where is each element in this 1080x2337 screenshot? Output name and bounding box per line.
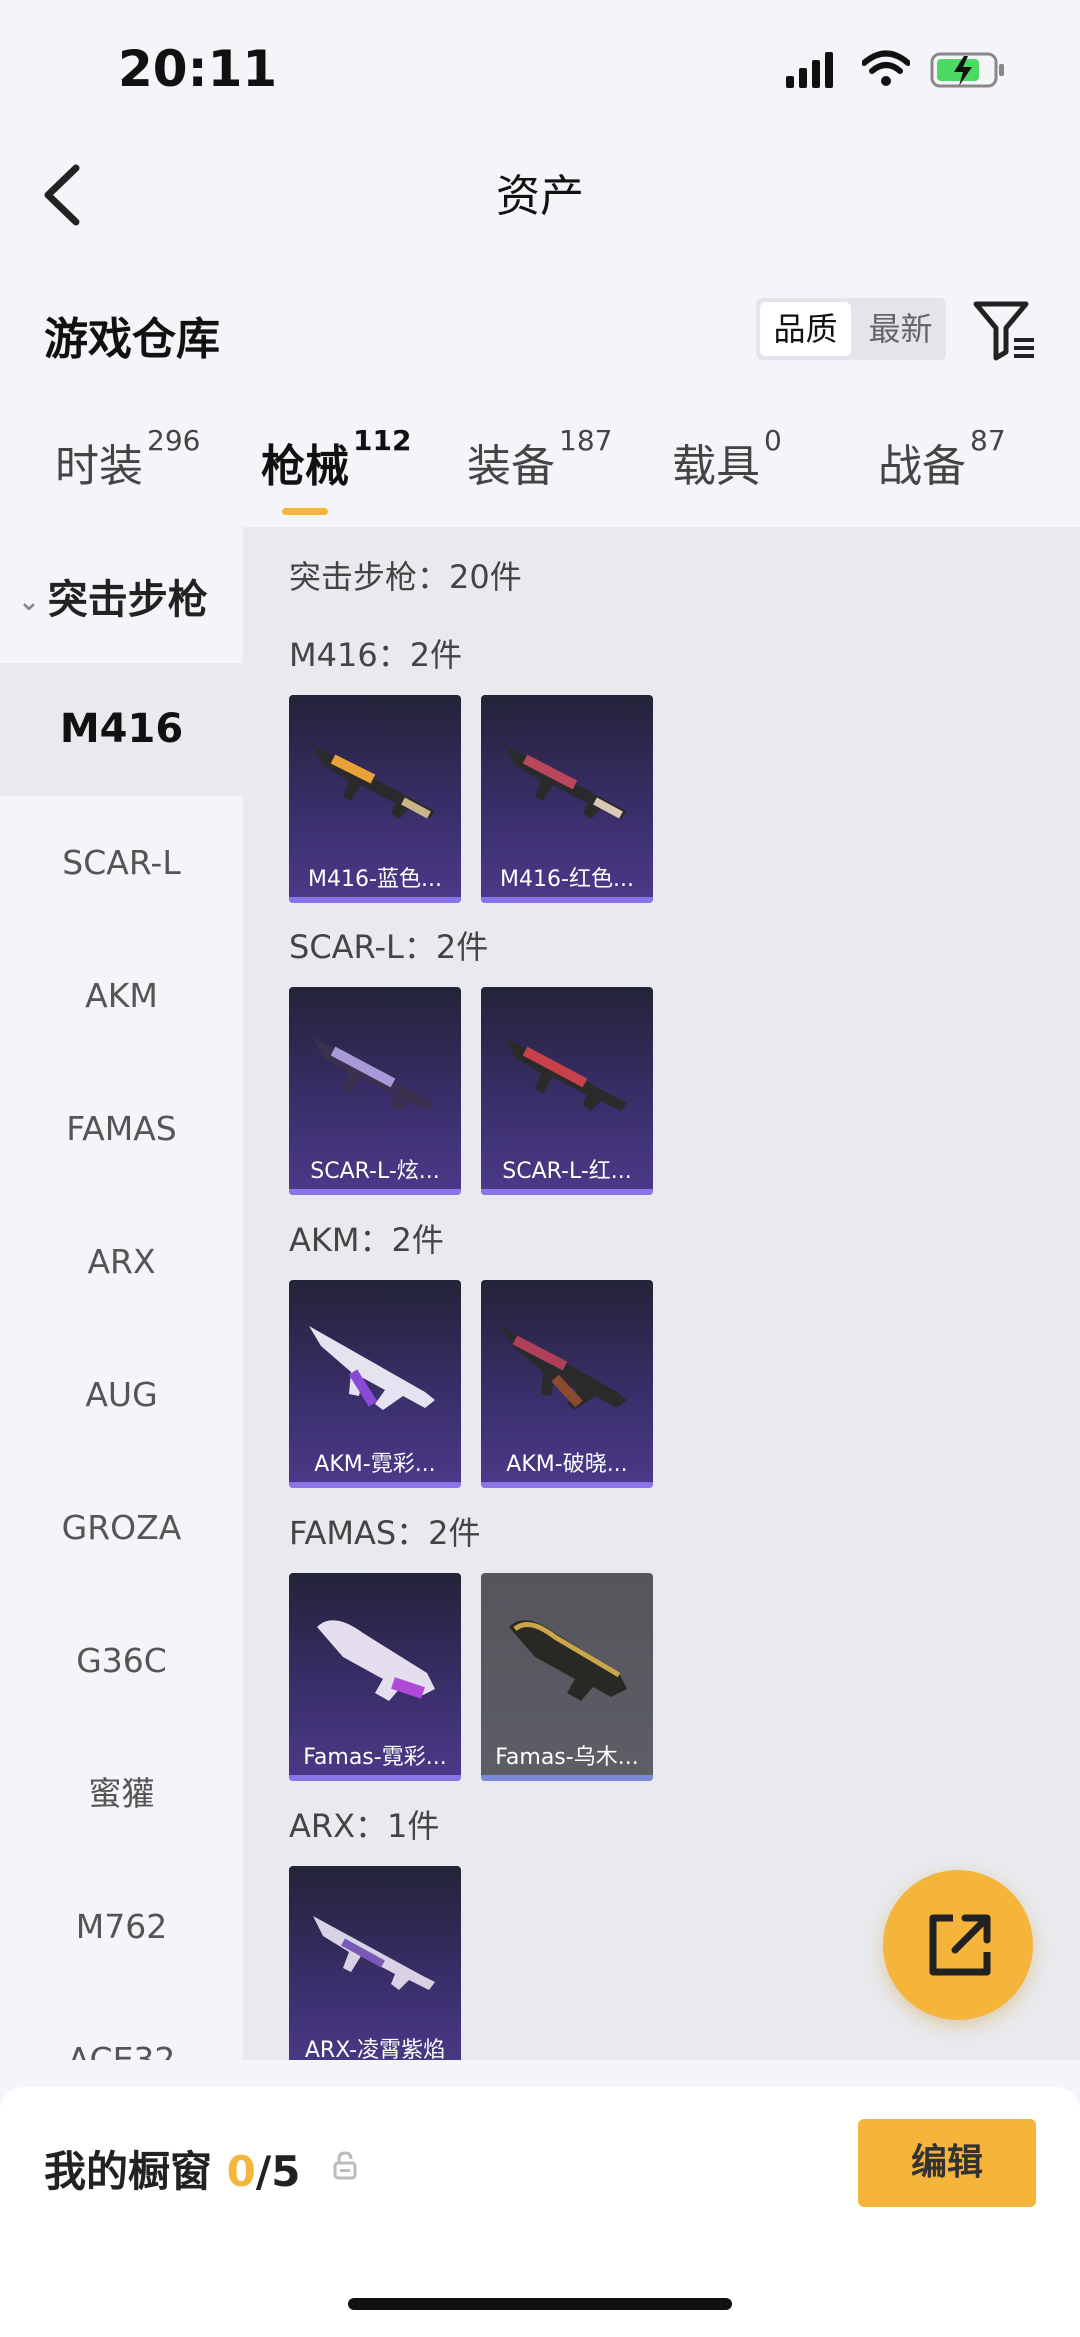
sidebar-item-groza[interactable]: GROZA — [0, 1461, 243, 1594]
showcase-max: /5 — [255, 2147, 301, 2196]
group-header-m416: M416：2件 — [289, 636, 463, 674]
showcase-label: 我的橱窗 0/5 — [44, 2138, 300, 2199]
section-title: 游戏仓库 — [44, 314, 220, 365]
edit-button[interactable]: 编辑 — [858, 2119, 1036, 2207]
battery-icon — [930, 50, 1006, 94]
sort-option-latest[interactable]: 最新 — [855, 298, 946, 360]
tab-count: 112 — [353, 424, 412, 457]
group-header-arx: ARX：1件 — [289, 1807, 440, 1845]
item-card[interactable]: SCAR-L-红... — [481, 987, 653, 1195]
tab-label: 载具 — [672, 441, 760, 492]
group-header-famas: FAMAS：2件 — [289, 1514, 481, 1552]
item-name: M416-红色... — [500, 867, 634, 892]
sidebar-item-akm[interactable]: AKM — [0, 929, 243, 1062]
rifle-icon — [313, 745, 435, 819]
tab-count: 87 — [970, 424, 1006, 457]
rarity-stripe — [289, 1482, 461, 1488]
rifle-icon — [509, 1620, 627, 1701]
rarity-stripe — [289, 1775, 461, 1781]
sidebar-item-scar-l[interactable]: SCAR-L — [0, 796, 243, 929]
rarity-stripe — [289, 1189, 461, 1195]
item-card[interactable]: AKM-霓彩... — [289, 1280, 461, 1488]
filter-icon[interactable] — [970, 296, 1040, 366]
tab-count: 187 — [559, 424, 613, 457]
chevron-down-icon: ⌄ — [18, 587, 40, 617]
status-time: 20:11 — [118, 40, 278, 98]
item-name: SCAR-L-炫... — [310, 1159, 440, 1184]
item-name: Famas-霓彩... — [303, 1745, 447, 1770]
tab-count: 296 — [147, 424, 201, 457]
rarity-stripe — [481, 1482, 653, 1488]
tab-label: 装备 — [467, 441, 555, 492]
item-card[interactable]: SCAR-L-炫... — [289, 987, 461, 1195]
item-name: SCAR-L-红... — [502, 1159, 632, 1184]
item-name: AKM-破晓... — [506, 1452, 628, 1477]
group-header-scar-l: SCAR-L：2件 — [289, 928, 489, 966]
page-title: 资产 — [496, 171, 584, 222]
tab-supplies[interactable]: 战备87 — [878, 424, 1006, 494]
sort-toggle[interactable]: 品质 最新 — [756, 298, 946, 360]
sidebar-item-m416[interactable]: M416 — [0, 663, 243, 796]
home-indicator — [348, 2298, 732, 2310]
item-card[interactable]: Famas-乌木... — [481, 1573, 653, 1781]
sidebar-item-aug[interactable]: AUG — [0, 1328, 243, 1461]
signal-icon — [786, 52, 834, 92]
share-icon — [929, 1914, 991, 1976]
showcase-current: 0 — [226, 2147, 256, 2196]
item-card[interactable]: M416-红色... — [481, 695, 653, 903]
tab-vehicles[interactable]: 载具0 — [672, 424, 782, 494]
item-name: ARX-凌霄紫焰 — [304, 2038, 446, 2060]
tab-active-indicator — [282, 508, 328, 515]
rifle-icon — [313, 1037, 435, 1111]
tab-firearms[interactable]: 枪械112 — [261, 424, 411, 494]
rarity-stripe — [481, 1775, 653, 1781]
item-name: M416-蓝色... — [308, 867, 442, 892]
item-card[interactable]: ARX-凌霄紫焰 — [289, 1866, 461, 2060]
lock-icon — [332, 2150, 358, 2184]
rifle-icon — [501, 1326, 627, 1410]
item-card[interactable]: Famas-霓彩... — [289, 1573, 461, 1781]
sidebar-item-honey-badger[interactable]: 蜜獾 — [0, 1727, 243, 1860]
rarity-stripe — [481, 1189, 653, 1195]
item-card[interactable]: AKM-破晓... — [481, 1280, 653, 1488]
sidebar-item-ace32[interactable]: ACE32 — [0, 1993, 243, 2060]
sidebar-category-label: 突击步枪 — [47, 577, 208, 623]
rifle-icon — [505, 1037, 627, 1111]
sidebar-item-famas[interactable]: FAMAS — [0, 1062, 243, 1195]
category-summary: 突击步枪：20件 — [289, 558, 522, 596]
sidebar-item-arx[interactable]: ARX — [0, 1195, 243, 1328]
item-name: Famas-乌木... — [495, 1745, 639, 1770]
item-card[interactable]: M416-蓝色... — [289, 695, 461, 903]
weapon-sidebar: ⌄ 突击步枪 M416 SCAR-L AKM FAMAS ARX AUG GROZ… — [0, 527, 243, 2060]
sidebar-category[interactable]: ⌄ 突击步枪 — [0, 567, 243, 625]
tab-label: 时装 — [55, 441, 143, 492]
item-name: AKM-霓彩... — [314, 1452, 436, 1477]
tab-equipment[interactable]: 装备187 — [467, 424, 612, 494]
tab-label: 枪械 — [261, 441, 349, 492]
group-header-akm: AKM：2件 — [289, 1221, 444, 1259]
rifle-icon — [313, 1916, 435, 1990]
showcase-title: 我的橱窗 — [44, 2147, 213, 2196]
tab-count: 0 — [764, 424, 782, 457]
rifle-icon — [505, 745, 627, 819]
sidebar-item-m762[interactable]: M762 — [0, 1860, 243, 1993]
weapon-content: 突击步枪：20件 M416：2件 M416-蓝色... M416-红色... S… — [243, 527, 1080, 2060]
tab-label: 战备 — [878, 441, 966, 492]
sidebar-item-g36c[interactable]: G36C — [0, 1594, 243, 1727]
sort-option-quality[interactable]: 品质 — [760, 302, 851, 356]
rifle-icon — [309, 1326, 435, 1410]
rifle-icon — [317, 1620, 435, 1701]
tab-fashion[interactable]: 时装296 — [55, 424, 200, 494]
wifi-icon — [861, 50, 911, 92]
rarity-stripe — [481, 897, 653, 903]
showcase-count: 0/5 — [227, 2147, 301, 2196]
share-button[interactable] — [883, 1870, 1033, 2020]
rarity-stripe — [289, 897, 461, 903]
